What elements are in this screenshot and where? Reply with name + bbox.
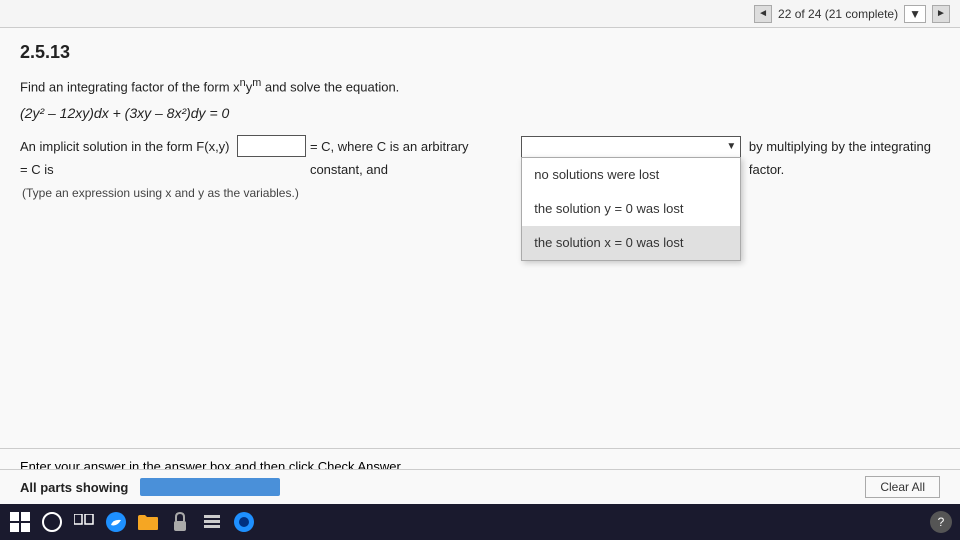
- progress-dropdown[interactable]: ▼: [904, 5, 926, 23]
- type-hint: (Type an expression using x and y as the…: [22, 186, 940, 200]
- all-parts-label: All parts showing: [20, 480, 128, 495]
- equation: (2y² – 12xy)dx + (3xy – 8x²)dy = 0: [20, 105, 940, 121]
- main-content: 2.5.13 Find an integrating factor of the…: [0, 28, 960, 448]
- answer-prefix: An implicit solution in the form F(x,y) …: [20, 135, 233, 182]
- edge-icon: [105, 511, 127, 533]
- answer-row: An implicit solution in the form F(x,y) …: [20, 135, 940, 182]
- windows-icon: [10, 512, 30, 532]
- lock-icon: [171, 511, 189, 533]
- progress-bar: [140, 478, 280, 496]
- lock-icon-button[interactable]: [168, 510, 192, 534]
- list-icon: [202, 512, 222, 532]
- option-no-solutions[interactable]: no solutions were lost: [522, 158, 740, 192]
- select-arrow-icon: ▼: [726, 138, 736, 156]
- search-icon: [42, 512, 62, 532]
- multiply-text: by multiplying by the integrating factor…: [749, 135, 940, 182]
- search-taskbar-button[interactable]: [40, 510, 64, 534]
- answer-input[interactable]: [237, 135, 306, 157]
- folder-icon: [137, 513, 159, 531]
- file-explorer-button[interactable]: [136, 510, 160, 534]
- super-m: m: [252, 77, 261, 89]
- solution-dropdown[interactable]: ▼: [521, 136, 741, 158]
- browser2-icon: [233, 511, 255, 533]
- windows-start-button[interactable]: [8, 510, 32, 534]
- next-button[interactable]: ►: [932, 5, 950, 23]
- list-icon-button[interactable]: [200, 510, 224, 534]
- help-button[interactable]: ?: [930, 511, 952, 533]
- problem-number: 2.5.13: [20, 42, 940, 63]
- solution-dropdown-container: ▼ no solutions were lost the solution y …: [521, 135, 741, 159]
- all-parts-row: All parts showing Clear All: [0, 469, 960, 504]
- problem-instruction: Find an integrating factor of the form x…: [20, 75, 940, 97]
- nav-controls: ◄ 22 of 24 (21 complete) ▼ ►: [754, 5, 950, 23]
- instruction-text: Find an integrating factor of the form x: [20, 79, 240, 94]
- top-bar: ◄ 22 of 24 (21 complete) ▼ ►: [0, 0, 960, 28]
- browser-icon-blue2[interactable]: [232, 510, 256, 534]
- prev-button[interactable]: ◄: [754, 5, 772, 23]
- option-x-lost[interactable]: the solution x = 0 was lost: [522, 226, 740, 260]
- dropdown-menu: no solutions were lost the solution y = …: [521, 157, 741, 262]
- instruction-end: and solve the equation.: [261, 79, 399, 94]
- taskbar: ?: [0, 504, 960, 540]
- clear-all-button[interactable]: Clear All: [865, 476, 940, 498]
- task-view-icon: [74, 514, 94, 530]
- option-y-lost[interactable]: the solution y = 0 was lost: [522, 192, 740, 226]
- browser-icon-blue[interactable]: [104, 510, 128, 534]
- task-view-button[interactable]: [72, 510, 96, 534]
- dropdown-arrow-icon: ▼: [909, 7, 921, 21]
- answer-mid: = C, where C is an arbitrary constant, a…: [310, 135, 518, 182]
- progress-text: 22 of 24 (21 complete): [778, 7, 898, 21]
